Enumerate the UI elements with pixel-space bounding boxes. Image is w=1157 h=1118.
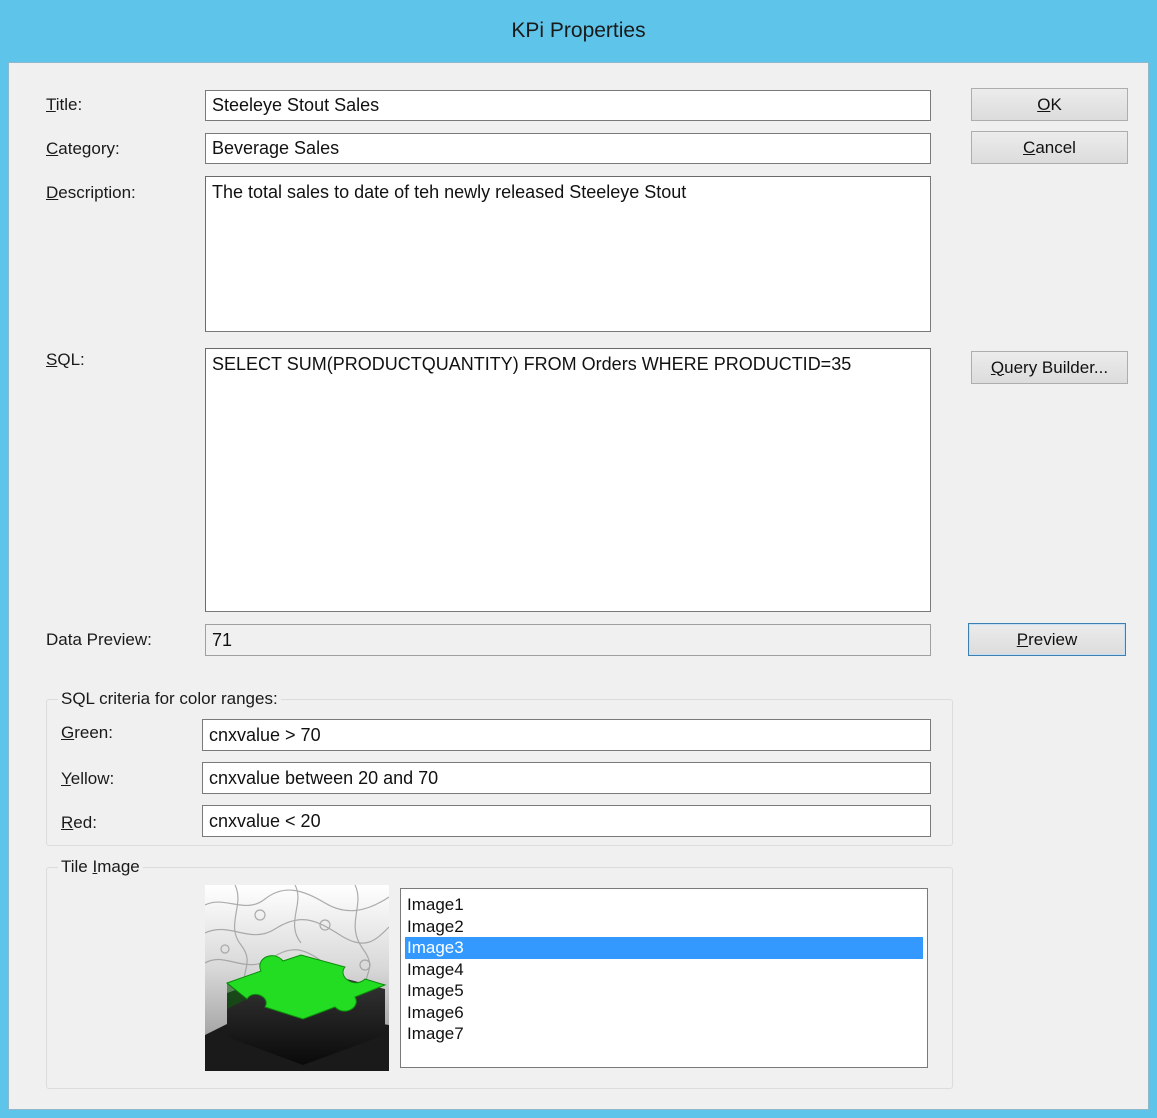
category-input[interactable]: [205, 133, 931, 164]
window-title: KPi Properties: [511, 19, 646, 42]
list-item[interactable]: Image2: [405, 916, 923, 938]
list-item[interactable]: Image5: [405, 980, 923, 1002]
color-ranges-group-label: SQL criteria for color ranges:: [58, 689, 281, 709]
yellow-criteria-input[interactable]: [202, 762, 931, 794]
data-preview-label: Data Preview:: [46, 630, 152, 649]
dialog-window: KPi Properties Title: Category: Descript…: [0, 0, 1157, 1118]
green-puzzle-piece-icon: [205, 885, 389, 1071]
list-item[interactable]: Image6: [405, 1002, 923, 1024]
sql-label: SQL:: [46, 350, 85, 369]
description-label: Description:: [46, 183, 136, 202]
list-item[interactable]: Image1: [405, 894, 923, 916]
red-criteria-input[interactable]: [202, 805, 931, 837]
green-label: Green:: [61, 723, 113, 742]
list-item[interactable]: Image4: [405, 959, 923, 981]
cancel-button[interactable]: Cancel: [971, 131, 1128, 164]
preview-button[interactable]: Preview: [968, 623, 1126, 656]
sql-textarea[interactable]: SELECT SUM(PRODUCTQUANTITY) FROM Orders …: [205, 348, 931, 612]
ok-button[interactable]: OK: [971, 88, 1128, 121]
tile-image-listbox[interactable]: Image1 Image2 Image3 Image4 Image5 Image…: [400, 888, 928, 1068]
title-label: Title:: [46, 95, 83, 114]
list-item[interactable]: Image7: [405, 1023, 923, 1045]
tile-image-group-label: Tile Image: [58, 857, 143, 877]
green-criteria-input[interactable]: [202, 719, 931, 751]
data-preview-field: [205, 624, 931, 656]
puzzle-image-svg: [205, 885, 389, 1071]
query-builder-button[interactable]: Query Builder...: [971, 351, 1128, 384]
yellow-label: Yellow:: [61, 769, 115, 788]
description-textarea[interactable]: The total sales to date of teh newly rel…: [205, 176, 931, 332]
title-input[interactable]: [205, 90, 931, 121]
dialog-client-area: Title: Category: Description: The total …: [8, 62, 1149, 1110]
list-item-selected[interactable]: Image3: [405, 937, 923, 959]
category-label: Category:: [46, 139, 120, 158]
red-label: Red:: [61, 813, 97, 832]
